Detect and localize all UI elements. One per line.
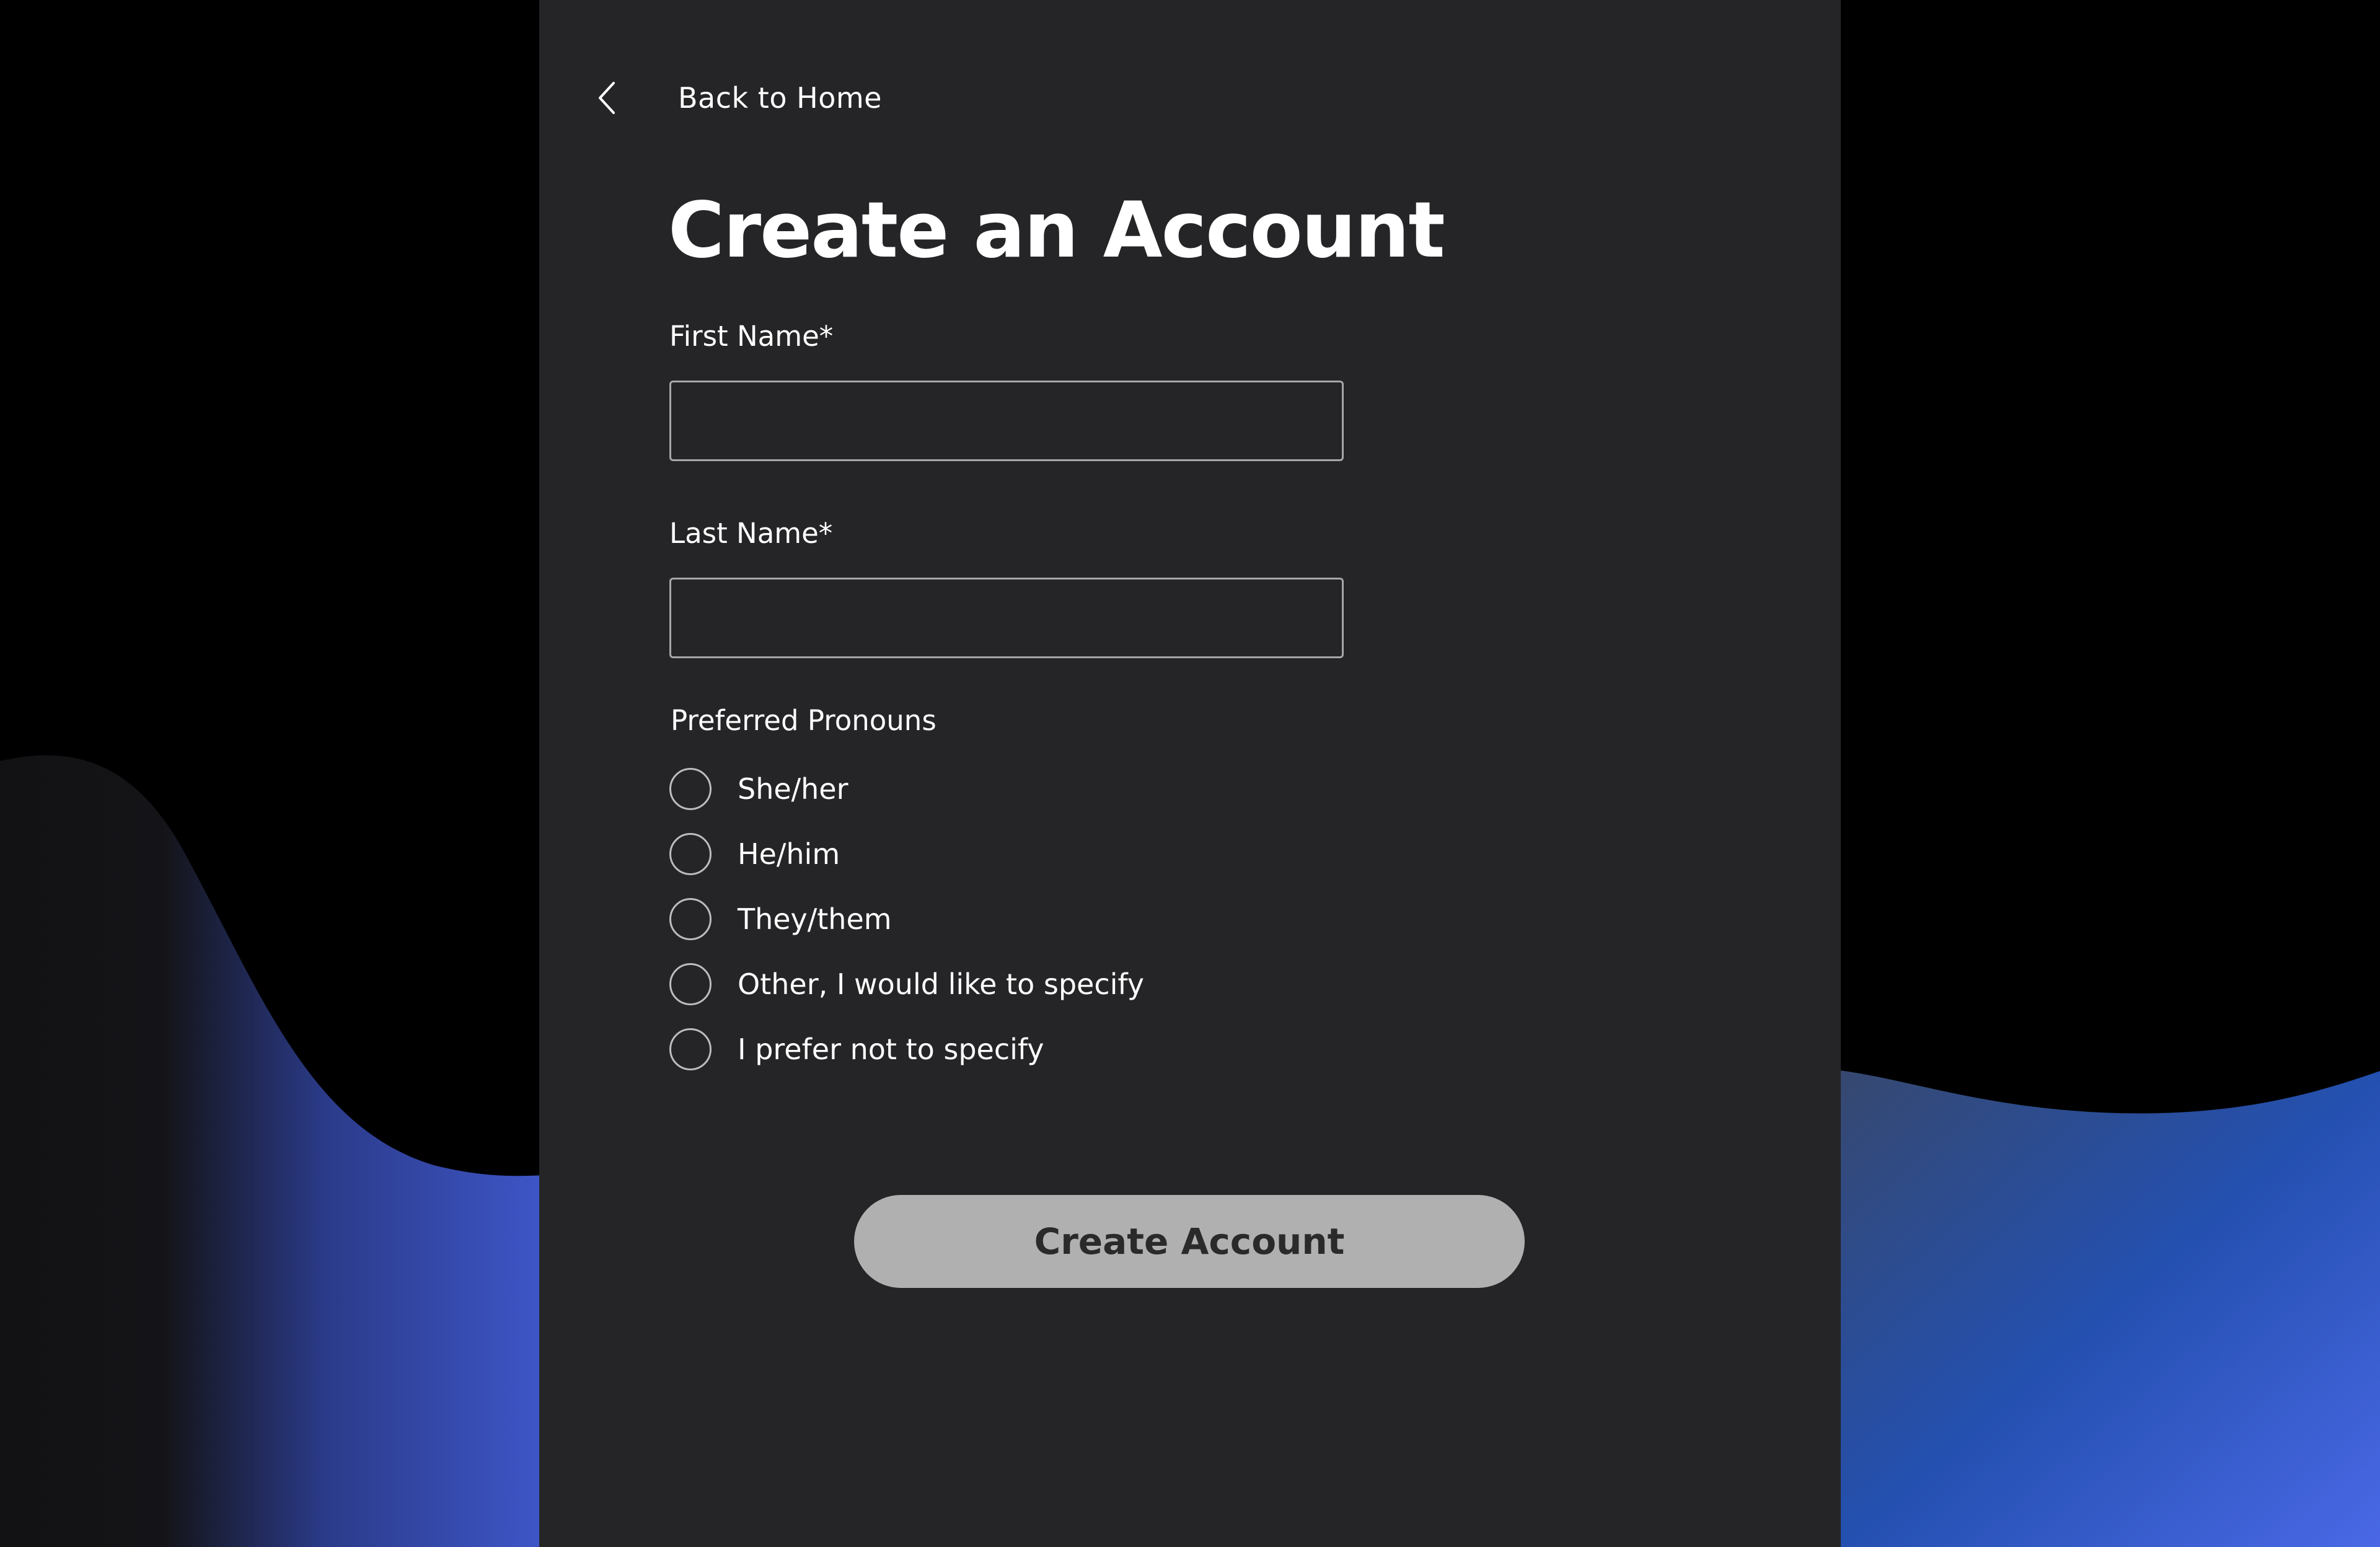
radio-button[interactable]: [669, 963, 712, 1005]
pronoun-option-label: She/her: [738, 772, 848, 806]
radio-button[interactable]: [669, 898, 712, 940]
pronoun-option-he-him[interactable]: He/him: [669, 831, 840, 877]
pronoun-option-they-them[interactable]: They/them: [669, 896, 892, 942]
back-to-home-label: Back to Home: [678, 81, 882, 115]
last-name-input[interactable]: [669, 578, 1344, 658]
pronoun-option-label: They/them: [738, 902, 892, 936]
pronoun-option-label: He/him: [738, 837, 840, 871]
pronoun-option-label: Other, I would like to specify: [738, 967, 1144, 1001]
pronouns-label: Preferred Pronouns: [671, 704, 937, 737]
first-name-label: First Name*: [669, 320, 834, 353]
back-to-home-link[interactable]: Back to Home: [595, 73, 882, 123]
pronoun-option-label: I prefer not to specify: [738, 1033, 1044, 1066]
last-name-label: Last Name*: [669, 517, 833, 550]
create-account-button[interactable]: Create Account: [854, 1195, 1525, 1288]
radio-button[interactable]: [669, 833, 712, 875]
pronoun-option-she-her[interactable]: She/her: [669, 766, 848, 812]
pronoun-option-other[interactable]: Other, I would like to specify: [669, 961, 1144, 1007]
chevron-left-icon: [599, 82, 615, 114]
page-title: Create an Account: [668, 186, 1445, 275]
first-name-input[interactable]: [669, 381, 1344, 461]
pronoun-option-prefer-not[interactable]: I prefer not to specify: [669, 1026, 1044, 1072]
radio-button[interactable]: [669, 768, 712, 810]
radio-button[interactable]: [669, 1028, 712, 1070]
